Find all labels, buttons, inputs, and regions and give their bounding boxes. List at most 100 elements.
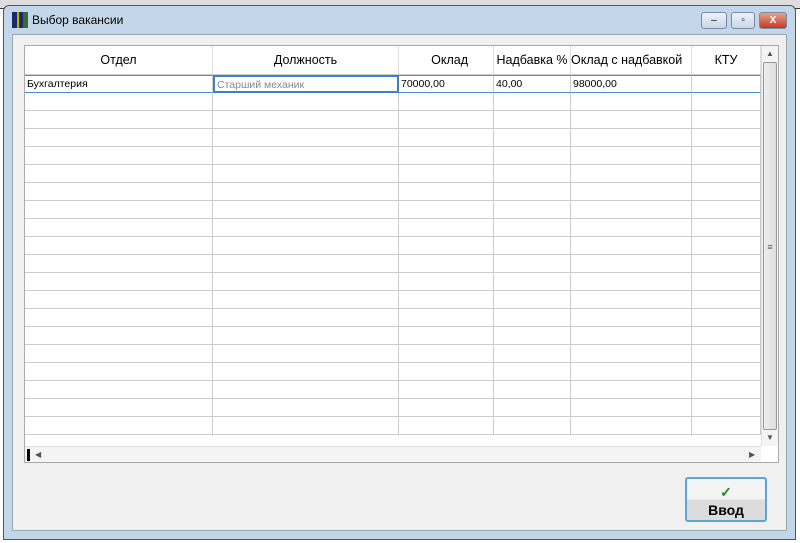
table-cell[interactable] bbox=[692, 129, 761, 147]
table-cell[interactable] bbox=[25, 111, 213, 129]
table-cell[interactable] bbox=[213, 165, 399, 183]
maximize-button[interactable]: ▫ bbox=[731, 12, 755, 29]
table-cell[interactable]: 40,00 bbox=[494, 75, 571, 93]
table-cell[interactable] bbox=[25, 291, 213, 309]
table-cell[interactable] bbox=[692, 183, 761, 201]
scroll-left-icon[interactable]: ◀ bbox=[35, 450, 41, 459]
table-cell[interactable] bbox=[399, 417, 494, 435]
table-cell[interactable] bbox=[399, 291, 494, 309]
column-header[interactable]: Оклад с надбавкой bbox=[571, 46, 692, 74]
table-cell[interactable] bbox=[494, 219, 571, 237]
table-cell[interactable] bbox=[692, 201, 761, 219]
table-cell[interactable] bbox=[494, 183, 571, 201]
table-cell[interactable] bbox=[692, 93, 761, 111]
column-header[interactable]: Отдел bbox=[25, 46, 213, 74]
table-cell[interactable] bbox=[25, 417, 213, 435]
table-cell[interactable] bbox=[494, 147, 571, 165]
table-cell[interactable] bbox=[25, 183, 213, 201]
table-cell[interactable] bbox=[213, 255, 399, 273]
table-row[interactable] bbox=[25, 363, 761, 381]
table-cell[interactable] bbox=[213, 219, 399, 237]
table-row[interactable] bbox=[25, 273, 761, 291]
table-cell[interactable] bbox=[571, 345, 692, 363]
table-cell[interactable] bbox=[213, 417, 399, 435]
table-cell[interactable] bbox=[399, 201, 494, 219]
table-cell[interactable] bbox=[571, 291, 692, 309]
table-cell[interactable] bbox=[692, 255, 761, 273]
table-cell[interactable] bbox=[399, 345, 494, 363]
table-cell[interactable] bbox=[399, 237, 494, 255]
table-cell[interactable] bbox=[692, 381, 761, 399]
table-cell[interactable] bbox=[399, 309, 494, 327]
table-cell[interactable] bbox=[571, 255, 692, 273]
table-cell[interactable] bbox=[213, 291, 399, 309]
table-cell[interactable] bbox=[692, 147, 761, 165]
table-cell[interactable] bbox=[692, 309, 761, 327]
table-cell[interactable] bbox=[571, 147, 692, 165]
table-row[interactable] bbox=[25, 255, 761, 273]
table-cell[interactable] bbox=[25, 345, 213, 363]
table-cell[interactable] bbox=[692, 399, 761, 417]
table-cell[interactable] bbox=[213, 129, 399, 147]
table-cell[interactable] bbox=[571, 309, 692, 327]
table-cell[interactable] bbox=[213, 327, 399, 345]
table-cell[interactable]: Старший механик bbox=[213, 75, 399, 93]
table-cell[interactable] bbox=[571, 381, 692, 399]
table-cell[interactable] bbox=[571, 363, 692, 381]
table-cell[interactable] bbox=[399, 165, 494, 183]
table-cell[interactable] bbox=[25, 327, 213, 345]
table-cell[interactable] bbox=[571, 183, 692, 201]
table-row[interactable] bbox=[25, 93, 761, 111]
table-cell[interactable]: 70000,00 bbox=[399, 75, 494, 93]
table-cell[interactable] bbox=[25, 363, 213, 381]
table-cell[interactable] bbox=[692, 327, 761, 345]
table-cell[interactable] bbox=[25, 309, 213, 327]
table-row[interactable] bbox=[25, 147, 761, 165]
table-cell[interactable] bbox=[571, 417, 692, 435]
scrollbar-thumb-h[interactable] bbox=[27, 449, 30, 461]
table-row[interactable] bbox=[25, 129, 761, 147]
table-cell[interactable] bbox=[494, 399, 571, 417]
table-cell[interactable] bbox=[571, 399, 692, 417]
table-cell[interactable] bbox=[494, 93, 571, 111]
table-cell[interactable] bbox=[692, 363, 761, 381]
enter-button[interactable]: ✓ Ввод bbox=[685, 477, 767, 522]
table-cell[interactable] bbox=[213, 345, 399, 363]
table-cell[interactable] bbox=[571, 273, 692, 291]
table-cell[interactable] bbox=[494, 273, 571, 291]
table-cell[interactable] bbox=[571, 219, 692, 237]
table-cell[interactable] bbox=[571, 201, 692, 219]
column-header[interactable]: Надбавка % bbox=[494, 46, 571, 74]
table-cell[interactable] bbox=[25, 381, 213, 399]
horizontal-scrollbar[interactable]: ◀ ▶ bbox=[25, 446, 761, 462]
table-cell[interactable] bbox=[213, 381, 399, 399]
table-cell[interactable] bbox=[399, 219, 494, 237]
table-cell[interactable] bbox=[213, 201, 399, 219]
table-row[interactable] bbox=[25, 327, 761, 345]
column-header[interactable]: КТУ bbox=[692, 46, 761, 74]
table-cell[interactable] bbox=[494, 345, 571, 363]
table-row[interactable] bbox=[25, 399, 761, 417]
table-cell[interactable] bbox=[494, 165, 571, 183]
table-cell[interactable] bbox=[494, 255, 571, 273]
table-cell[interactable] bbox=[213, 399, 399, 417]
table-cell[interactable] bbox=[571, 111, 692, 129]
table-cell[interactable] bbox=[213, 309, 399, 327]
table-cell[interactable] bbox=[399, 381, 494, 399]
table-cell[interactable] bbox=[25, 129, 213, 147]
table-cell[interactable] bbox=[399, 273, 494, 291]
table-cell[interactable] bbox=[494, 201, 571, 219]
column-header[interactable]: Должность bbox=[213, 46, 399, 74]
table-cell[interactable] bbox=[25, 93, 213, 111]
table-cell[interactable] bbox=[494, 363, 571, 381]
table-row[interactable] bbox=[25, 111, 761, 129]
table-cell[interactable] bbox=[25, 147, 213, 165]
table-cell[interactable] bbox=[213, 237, 399, 255]
column-header[interactable]: Оклад bbox=[399, 46, 494, 74]
table-row[interactable] bbox=[25, 381, 761, 399]
table-cell[interactable] bbox=[571, 327, 692, 345]
minimize-button[interactable]: – bbox=[701, 12, 727, 29]
table-cell[interactable] bbox=[399, 129, 494, 147]
table-cell[interactable] bbox=[692, 345, 761, 363]
table-cell[interactable] bbox=[494, 291, 571, 309]
